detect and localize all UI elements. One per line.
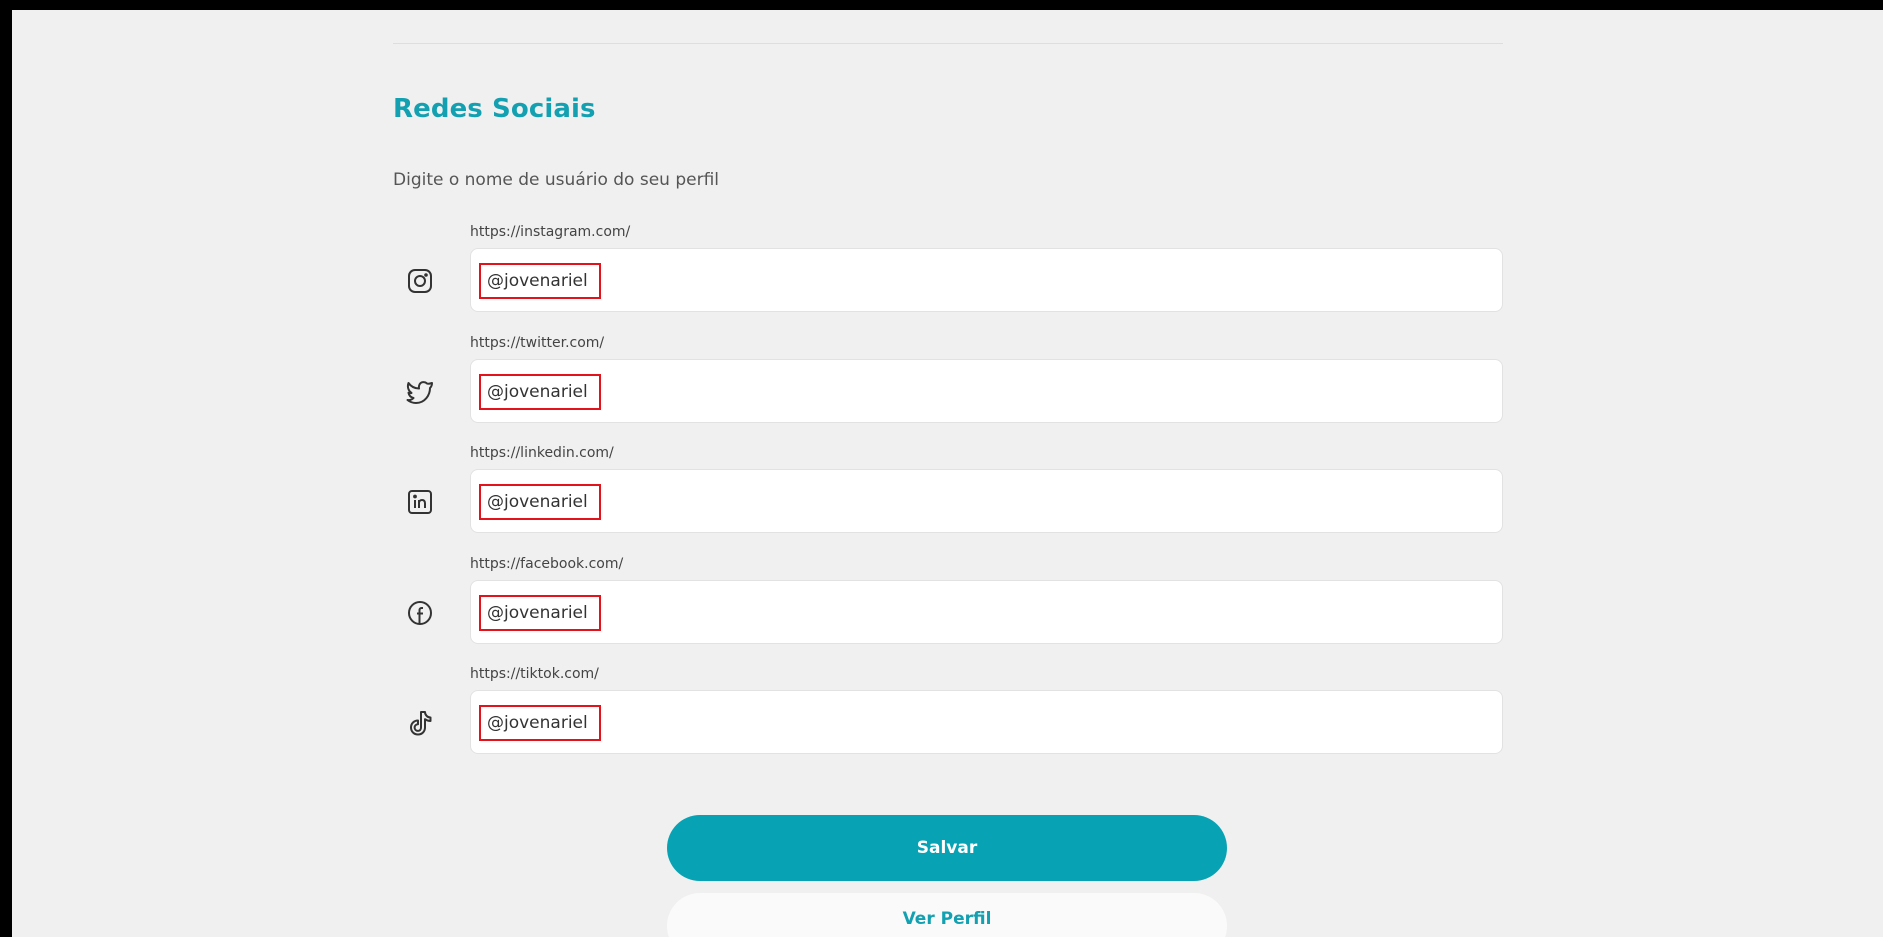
- linkedin-url-label: https://linkedin.com/: [470, 445, 614, 461]
- twitter-url-label: https://twitter.com/: [470, 335, 605, 351]
- social-row-linkedin: https://linkedin.com/: [393, 445, 1503, 535]
- twitter-field-box: [470, 359, 1503, 423]
- facebook-url-label: https://facebook.com/: [470, 556, 624, 572]
- instagram-url-label: https://instagram.com/: [470, 224, 631, 240]
- section-subtitle: Digite o nome de usuário do seu perfil: [393, 170, 720, 190]
- instagram-field-box: [470, 248, 1503, 312]
- twitter-username-input[interactable]: [479, 374, 601, 410]
- facebook-field-box: [470, 580, 1503, 644]
- tiktok-field-box: [470, 690, 1503, 754]
- social-networks-page: Redes Sociais Digite o nome de usuário d…: [12, 10, 1883, 937]
- instagram-username-input[interactable]: [479, 263, 601, 299]
- tiktok-icon: [406, 709, 434, 737]
- view-profile-button[interactable]: Ver Perfil: [667, 893, 1227, 937]
- linkedin-username-input[interactable]: [479, 484, 601, 520]
- linkedin-icon: [406, 488, 434, 516]
- tiktok-username-input[interactable]: [479, 705, 601, 741]
- social-row-facebook: https://facebook.com/: [393, 556, 1503, 646]
- section-title: Redes Sociais: [393, 94, 596, 124]
- tiktok-url-label: https://tiktok.com/: [470, 666, 599, 682]
- facebook-username-input[interactable]: [479, 595, 601, 631]
- social-row-twitter: https://twitter.com/: [393, 335, 1503, 425]
- section-divider: [393, 43, 1503, 44]
- social-row-instagram: https://instagram.com/: [393, 224, 1503, 314]
- save-button[interactable]: Salvar: [667, 815, 1227, 881]
- linkedin-field-box: [470, 469, 1503, 533]
- facebook-icon: [406, 599, 434, 627]
- social-row-tiktok: https://tiktok.com/: [393, 666, 1503, 756]
- twitter-icon: [406, 378, 434, 406]
- instagram-icon: [406, 267, 434, 295]
